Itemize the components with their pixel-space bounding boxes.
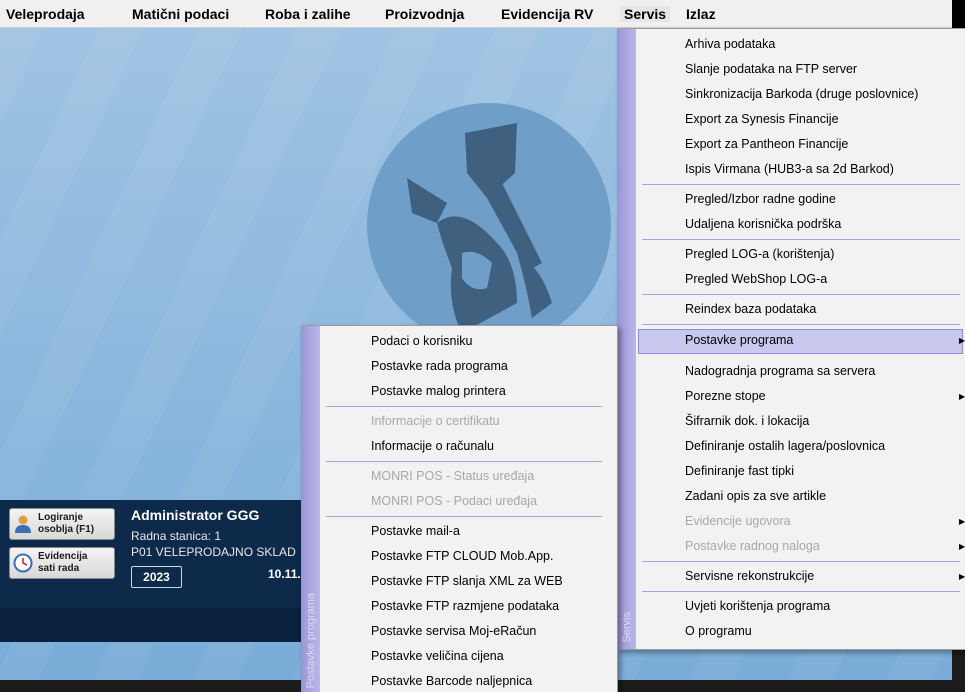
menu-item-uvjeti-koristenja[interactable]: Uvjeti korištenja programa bbox=[685, 599, 830, 613]
menu-separator bbox=[326, 461, 602, 462]
clock-icon bbox=[13, 553, 33, 573]
menu-item-lageri-poslovnice[interactable]: Definiranje ostalih lagera/poslovnica bbox=[685, 439, 885, 453]
date-label: 10.11. bbox=[268, 567, 301, 581]
submenu-item-monri-status: MONRI POS - Status uređaja bbox=[371, 469, 535, 483]
servis-menu-side-label: Servis bbox=[621, 612, 633, 643]
menu-separator bbox=[642, 294, 960, 295]
submenu-item-rada-programa[interactable]: Postavke rada programa bbox=[371, 359, 508, 373]
year-selector[interactable]: 2023 bbox=[131, 566, 182, 588]
menu-item-pregled-log[interactable]: Pregled LOG-a (korištenja) bbox=[685, 247, 834, 261]
menu-separator bbox=[642, 591, 960, 592]
menu-item-radna-godina[interactable]: Pregled/Izbor radne godine bbox=[685, 192, 836, 206]
menu-proizvodnja[interactable]: Proizvodnja bbox=[385, 6, 464, 22]
menu-item-servisne-rekonstrukcije[interactable]: Servisne rekonstrukcije bbox=[685, 569, 814, 583]
servis-menu-sidebar: Servis bbox=[618, 29, 636, 649]
menu-separator bbox=[642, 184, 960, 185]
menu-bar: Veleprodaja Matični podaci Roba i zalihe… bbox=[0, 0, 965, 28]
menu-item-arhiva-podataka[interactable]: Arhiva podataka bbox=[685, 37, 775, 51]
evidencija-label: Evidencija sati rada bbox=[38, 551, 88, 574]
menu-item-slanje-ftp[interactable]: Slanje podataka na FTP server bbox=[685, 62, 857, 76]
submenu-item-ftp-razmjena[interactable]: Postavke FTP razmjene podataka bbox=[371, 599, 559, 613]
menu-evidencija-rv[interactable]: Evidencija RV bbox=[501, 6, 593, 22]
menu-item-zadani-opis[interactable]: Zadani opis za sve artikle bbox=[685, 489, 826, 503]
menu-izlaz[interactable]: Izlaz bbox=[686, 6, 716, 22]
postavke-menu-side-label: Postavke programa bbox=[305, 592, 317, 688]
menu-item-webshop-log[interactable]: Pregled WebShop LOG-a bbox=[685, 272, 827, 286]
submenu-arrow-icon: ▶ bbox=[959, 336, 965, 345]
submenu-item-podaci-o-korisniku[interactable]: Podaci o korisniku bbox=[371, 334, 472, 348]
submenu-arrow-icon: ▶ bbox=[959, 392, 965, 401]
menu-veleprodaja[interactable]: Veleprodaja bbox=[6, 6, 85, 22]
logiranje-osoblja-button[interactable]: Logiranje osoblja (F1) bbox=[9, 508, 115, 540]
warehouse-label: P01 VELEPRODAJNO SKLAD bbox=[131, 545, 296, 559]
menu-separator bbox=[326, 516, 602, 517]
postavke-programa-submenu: Postavke programa Podaci o korisniku Pos… bbox=[301, 325, 618, 692]
postavke-menu-sidebar: Postavke programa bbox=[302, 326, 320, 692]
menu-separator bbox=[642, 324, 960, 325]
submenu-item-racunalo[interactable]: Informacije o računalu bbox=[371, 439, 494, 453]
user-icon bbox=[15, 515, 31, 533]
menu-separator bbox=[642, 561, 960, 562]
menu-servis[interactable]: Servis bbox=[620, 6, 671, 22]
evidencija-sati-button[interactable]: Evidencija sati rada bbox=[9, 547, 115, 579]
submenu-arrow-icon: ▶ bbox=[959, 542, 965, 551]
submenu-item-moj-eracun[interactable]: Postavke servisa Moj-eRačun bbox=[371, 624, 536, 638]
menu-item-export-pantheon[interactable]: Export za Pantheon Financije bbox=[685, 137, 848, 151]
menu-item-ispis-virmana[interactable]: Ispis Virmana (HUB3-a sa 2d Barkod) bbox=[685, 162, 894, 176]
menu-item-evidencije-ugovora: Evidencije ugovora bbox=[685, 514, 791, 528]
menu-item-nadogradnja[interactable]: Nadogradnja programa sa servera bbox=[685, 364, 875, 378]
menu-separator bbox=[326, 406, 602, 407]
window-corner bbox=[952, 0, 965, 28]
submenu-item-barcode-naljepnica[interactable]: Postavke Barcode naljepnica bbox=[371, 674, 532, 688]
hammer-warrior-logo bbox=[367, 103, 611, 347]
menu-item-fast-tipke[interactable]: Definiranje fast tipki bbox=[685, 464, 794, 478]
menu-item-reindex[interactable]: Reindex baza podataka bbox=[685, 302, 816, 316]
workstation-label: Radna stanica: 1 bbox=[131, 529, 222, 543]
menu-item-korisnicka-podrska[interactable]: Udaljena korisnička podrška bbox=[685, 217, 841, 231]
submenu-item-velicina-cijena[interactable]: Postavke veličina cijena bbox=[371, 649, 504, 663]
logiranje-label: Logiranje osoblja (F1) bbox=[38, 512, 95, 535]
submenu-item-certifikat: Informacije o certifikatu bbox=[371, 414, 500, 428]
menu-separator bbox=[642, 239, 960, 240]
menu-item-sifrarnik[interactable]: Šifrarnik dok. i lokacija bbox=[685, 414, 809, 428]
submenu-item-malog-printera[interactable]: Postavke malog printera bbox=[371, 384, 506, 398]
menu-roba-i-zalihe[interactable]: Roba i zalihe bbox=[265, 6, 351, 22]
menu-item-radni-nalog: Postavke radnog naloga bbox=[685, 539, 820, 553]
menu-item-postavke-programa[interactable]: Postavke programa bbox=[685, 333, 793, 347]
menu-item-sinkronizacija-barkoda[interactable]: Sinkronizacija Barkoda (druge poslovnice… bbox=[685, 87, 918, 101]
menu-item-export-synesis[interactable]: Export za Synesis Financije bbox=[685, 112, 839, 126]
menu-maticni-podaci[interactable]: Matični podaci bbox=[132, 6, 229, 22]
submenu-item-ftp-xml-web[interactable]: Postavke FTP slanja XML za WEB bbox=[371, 574, 563, 588]
user-name: Administrator GGG bbox=[131, 507, 260, 523]
menu-item-porezne-stope[interactable]: Porezne stope bbox=[685, 389, 766, 403]
menu-item-o-programu[interactable]: O programu bbox=[685, 624, 752, 638]
submenu-arrow-icon: ▶ bbox=[959, 572, 965, 581]
servis-menu: Servis Arhiva podataka Slanje podataka n… bbox=[617, 28, 965, 650]
submenu-item-monri-podaci: MONRI POS - Podaci uređaja bbox=[371, 494, 538, 508]
submenu-arrow-icon: ▶ bbox=[959, 517, 965, 526]
submenu-item-ftp-cloud[interactable]: Postavke FTP CLOUD Mob.App. bbox=[371, 549, 553, 563]
submenu-item-mail[interactable]: Postavke mail-a bbox=[371, 524, 460, 538]
